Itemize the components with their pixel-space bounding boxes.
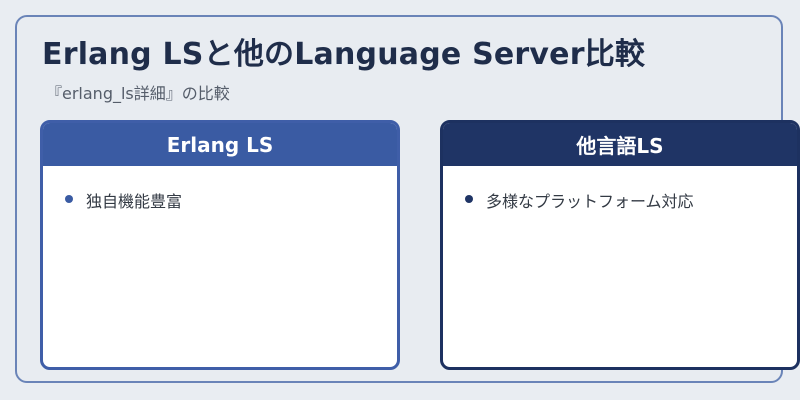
page-title: Erlang LSと他のLanguage Server比較: [42, 37, 646, 72]
list-item: 独自機能豊富: [65, 188, 397, 212]
list-item-label: 多様なプラットフォーム対応: [486, 192, 694, 211]
erlang-ls-feature-list: 独自機能豊富: [43, 166, 397, 212]
page-subtitle: 『erlang_ls詳細』の比較: [46, 84, 230, 103]
bullet-icon: [65, 195, 73, 203]
other-ls-card: 他言語LS 多様なプラットフォーム対応: [440, 120, 800, 370]
bullet-icon: [465, 195, 473, 203]
list-item: 多様なプラットフォーム対応: [465, 188, 797, 212]
card-header-erlang-ls: Erlang LS: [43, 123, 397, 166]
list-item-label: 独自機能豊富: [86, 192, 183, 211]
card-header-other-ls: 他言語LS: [443, 123, 797, 166]
other-ls-feature-list: 多様なプラットフォーム対応: [443, 166, 797, 212]
erlang-ls-card: Erlang LS 独自機能豊富: [40, 120, 400, 370]
